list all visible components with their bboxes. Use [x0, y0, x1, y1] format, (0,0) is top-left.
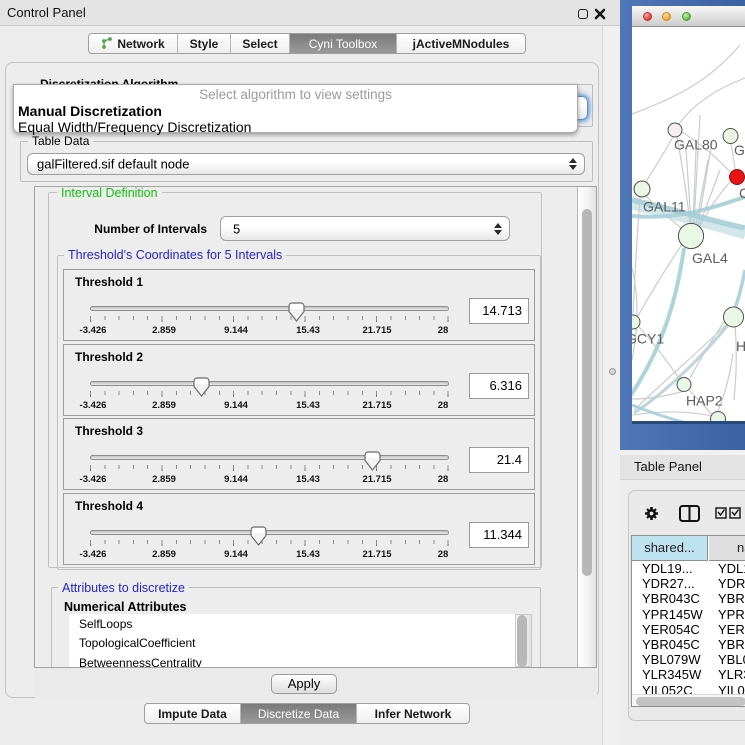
svg-text:GAL11: GAL11 [643, 199, 686, 215]
svg-text:HAP2: HAP2 [686, 393, 723, 409]
svg-text:CA: CA [739, 185, 745, 201]
svg-text:HA: HA [736, 338, 745, 354]
svg-text:GAL4: GAL4 [692, 250, 728, 266]
svg-text:GA: GA [734, 142, 745, 158]
svg-text:GAL80: GAL80 [674, 137, 718, 153]
svg-text:GCY1: GCY1 [632, 331, 664, 347]
